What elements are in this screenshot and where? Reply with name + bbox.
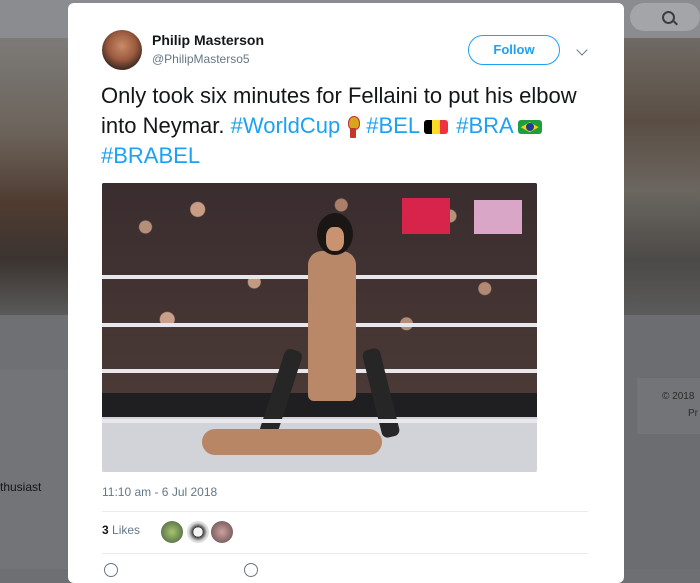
background-card-left <box>0 370 68 569</box>
belgium-flag-icon <box>424 120 449 135</box>
background-cover-photo-right <box>624 38 700 315</box>
liker-avatar[interactable] <box>161 521 183 543</box>
brazil-flag-icon <box>517 120 542 135</box>
like-icon[interactable] <box>244 563 258 577</box>
photo-sign-pink <box>474 200 522 234</box>
liker-avatar[interactable] <box>211 521 233 543</box>
likes-count[interactable]: 3 Likes <box>102 523 140 537</box>
tweet-timestamp[interactable]: 11:10 am - 6 Jul 2018 <box>102 485 217 499</box>
ring-rope <box>102 419 537 423</box>
author-handle[interactable]: @PhilipMasterso5 <box>152 52 250 66</box>
background-privacy-link: Pr <box>688 408 698 419</box>
wrestler-face <box>326 227 344 251</box>
photo-sign-red <box>402 198 450 234</box>
hashtag-brabel[interactable]: #BRABEL <box>101 143 200 168</box>
wrestler-standing <box>308 251 356 401</box>
chevron-down-icon[interactable] <box>576 44 588 56</box>
background-cover-photo-left <box>0 38 68 315</box>
hashtag-bra[interactable]: #BRA <box>456 113 513 138</box>
trophy-emoji-icon <box>346 116 361 139</box>
tweet-photo[interactable] <box>102 183 537 472</box>
author-name[interactable]: Philip Masterson <box>152 32 264 48</box>
tweet-text: Only took six minutes for Fellaini to pu… <box>101 81 601 171</box>
background-panel-right <box>624 315 700 569</box>
divider <box>102 511 588 512</box>
reply-icon[interactable] <box>104 563 118 577</box>
wrestler-fallen <box>202 429 382 455</box>
follow-button[interactable]: Follow <box>468 35 560 65</box>
background-copyright: © 2018 <box>662 391 695 402</box>
hashtag-worldcup[interactable]: #WorldCup <box>231 113 341 138</box>
search-icon <box>662 11 675 24</box>
liker-avatar[interactable] <box>187 521 209 543</box>
divider <box>102 553 588 554</box>
avatar[interactable] <box>102 30 142 70</box>
likes-number: 3 <box>102 523 109 537</box>
tweet-modal: Philip Masterson @PhilipMasterso5 Follow… <box>68 3 624 583</box>
background-footer-card <box>637 378 700 434</box>
background-bio-text: thusiast <box>0 480 42 494</box>
hashtag-bel[interactable]: #BEL <box>366 113 420 138</box>
likes-label: Likes <box>112 523 141 537</box>
